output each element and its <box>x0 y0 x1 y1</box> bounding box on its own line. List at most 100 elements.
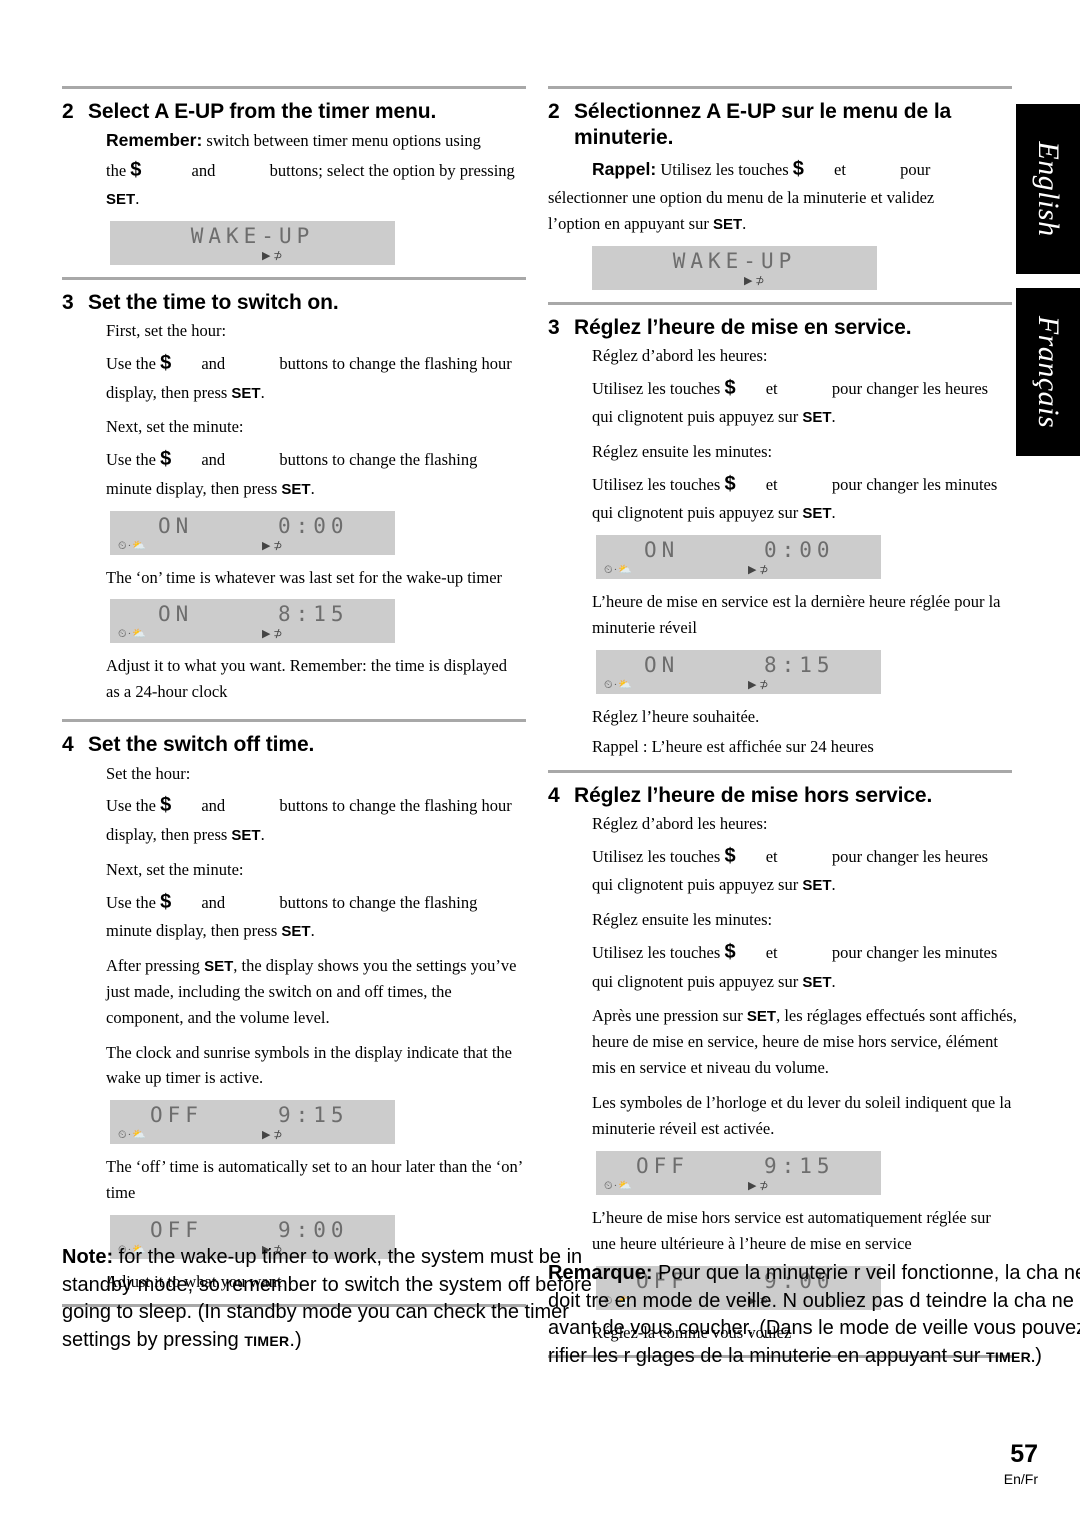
buttons-text: buttons to change the flashing <box>275 892 478 912</box>
step-4-heading: 4 Set the switch off time. <box>62 732 532 758</box>
lcd-text-on: ON <box>158 602 194 627</box>
francais-note: Remarque: Pour que la minuterie r veil f… <box>548 1260 1080 1370</box>
set-minute-instruction: Use the $ and buttons to change the flas… <box>106 444 532 501</box>
lcd-text-time: 9:15 <box>278 1103 349 1128</box>
and-text: and <box>197 354 230 374</box>
period: . <box>310 478 315 498</box>
buttons-text: buttons to change the flashing hour <box>275 354 512 374</box>
remember-paragraph: Remember: switch between timer menu opti… <box>106 127 532 212</box>
remember-text-3: and <box>187 160 220 180</box>
lcd-text-time: 8:15 <box>764 653 835 678</box>
timer-button-label-fr: TIMER. <box>986 1348 1036 1365</box>
lcd-text-on: ON <box>644 538 680 563</box>
use-text: Utilisez les touches <box>592 846 725 866</box>
lcd-text-time: 9:00 <box>278 1218 349 1243</box>
lcd-display-on-815-fr: ON 8:15 ⏲·⛅ ▶ ⊅ <box>596 650 881 695</box>
note-label-fr: Remarque: <box>548 1262 653 1284</box>
pour-changer-text: pour changer les minutes <box>827 474 998 494</box>
lcd-text-time: 0:00 <box>764 538 835 563</box>
and-text: and <box>197 450 230 470</box>
et-text: et <box>761 943 782 963</box>
step-4-number-fr: 4 <box>548 783 560 807</box>
apres-pression-paragraph: Après une pression sur SET, les réglages… <box>592 1003 1018 1081</box>
et-text: et <box>761 474 782 494</box>
lcd-play-repeat-icon: ▶ ⊅ <box>262 250 283 262</box>
press-text: display, then press <box>106 824 232 844</box>
remember-text-4: buttons; select the option by pressing <box>265 160 515 180</box>
down-button-icon: $ <box>724 376 736 399</box>
rappel-paragraph-cont: sélectionner une option du menu de la mi… <box>548 185 1018 237</box>
pour-changer-text: pour changer les minutes <box>827 943 998 963</box>
clock-sunrise-paragraph: The clock and sunrise symbols in the dis… <box>106 1042 512 1088</box>
set-button-label: SET <box>712 215 743 233</box>
set-minute-instruction: Use the $ and buttons to change the flas… <box>106 887 532 944</box>
off-time-caption: The ‘off’ time is automatically set to a… <box>106 1157 523 1203</box>
adjust-caption-line2: as a 24-hour clock <box>106 682 228 702</box>
lcd-play-repeat-icon: ▶ ⊅ <box>748 564 769 577</box>
lcd-clock-sunrise-icons: ⏲·⛅ <box>604 564 633 577</box>
period: . <box>260 824 265 844</box>
lcd-play-repeat-icon: ▶ ⊅ <box>744 274 765 287</box>
set-button-label: SET <box>231 826 261 844</box>
step-3-body: First, set the hour: Use the $ and butto… <box>106 318 532 705</box>
section-divider <box>548 301 1012 305</box>
set-hour-instruction-fr: Utilisez les touches $ et pour changer l… <box>592 373 1018 430</box>
lcd-text-time: 8:15 <box>278 602 349 627</box>
lcd-display-off-915-fr: OFF 9:15 ⏲·⛅ ▶ ⊅ <box>596 1150 881 1195</box>
period: . <box>831 875 836 895</box>
period: . <box>742 213 747 233</box>
step-4-body: Set the hour: Use the $ and buttons to c… <box>106 761 532 1295</box>
manual-page: English Français 2 Select A E-UP from th… <box>0 0 1080 1526</box>
note-label: Note: <box>62 1246 114 1268</box>
step-2-title: Select A E-UP from the timer menu. <box>88 100 437 123</box>
step-3-number: 3 <box>62 291 74 314</box>
note-end-fr: ) <box>1035 1344 1042 1367</box>
period: . <box>310 920 315 940</box>
and-text: and <box>197 796 230 816</box>
lcd-display-on-815: ON 8:15 ⏲·⛅ ▶ ⊅ <box>110 599 395 644</box>
period: . <box>260 382 265 402</box>
down-button-icon: $ <box>792 157 804 180</box>
section-divider <box>548 86 1012 89</box>
lcd-display-wakeup: WAKE-UP ▶ ⊅ <box>110 221 395 265</box>
section-divider <box>62 86 526 89</box>
use-text: Utilisez les touches <box>592 943 725 963</box>
lcd-text-wakeup: WAKE-UP <box>190 224 315 248</box>
buttons-text: buttons to change the flashing hour <box>275 796 512 816</box>
down-button-icon: $ <box>160 890 172 913</box>
set-minute-label-fr: Réglez ensuite les minutes: <box>592 442 773 462</box>
set-minute-instruction-fr: Utilisez les touches $ et pour changer l… <box>592 469 1018 526</box>
rappel-text-4: sélectionner une option du menu de la mi… <box>548 187 935 207</box>
on-time-caption-fr: L’heure de mise en service est la derniè… <box>592 589 1018 641</box>
lcd-text-on: ON <box>158 513 194 538</box>
step-4-number: 4 <box>62 733 74 757</box>
down-button-icon: $ <box>160 794 172 817</box>
down-button-icon: $ <box>160 448 172 471</box>
lcd-clock-sunrise-icons: ⏲·⛅ <box>118 539 147 552</box>
lcd-play-repeat-icon: ▶ ⊅ <box>262 628 283 641</box>
step-2-heading-fr: 2 Sélectionnez A E-UP sur le menu de la … <box>548 99 1018 152</box>
rappel-text-3: pour <box>896 159 931 179</box>
remember-period: . <box>135 189 140 209</box>
adjust-caption: Adjust it to what you want. Remember: th… <box>106 653 532 705</box>
step-4-title: Set the switch off time. <box>88 733 315 757</box>
press-text: minute display, then press <box>106 920 282 940</box>
set-minute-label-fr: Réglez ensuite les minutes: <box>592 910 773 930</box>
language-tab-francais-label: Français <box>1032 315 1065 429</box>
step-3-title-fr: Réglez l’heure de mise en service. <box>574 315 912 339</box>
lcd-clock-sunrise-icons: ⏲·⛅ <box>118 1129 147 1142</box>
rappel-24h-caption: Rappel : L’heure est affichée sur 24 heu… <box>592 736 874 756</box>
appuyez-text: qui clignotent puis appuyez sur <box>592 875 803 895</box>
use-the-text: Use the <box>106 796 161 816</box>
page-languages: En/Fr <box>1003 1471 1038 1487</box>
set-minute-instruction-fr: Utilisez les touches $ et pour changer l… <box>592 937 1018 994</box>
lcd-clock-sunrise-icons: ⏲·⛅ <box>604 679 633 692</box>
after-pressing-set-paragraph: After pressing SET, the display shows yo… <box>106 953 532 1031</box>
down-button-icon: $ <box>724 941 736 964</box>
press-text: minute display, then press <box>106 478 282 498</box>
step-3-number-fr: 3 <box>548 315 560 339</box>
step-2-body-fr: Rappel: Utilisez les touches $ et pour s… <box>548 154 1018 290</box>
remember-label: Remember: <box>106 130 203 151</box>
use-text: Utilisez les touches <box>592 474 725 494</box>
remember-text-1: switch between timer menu options using <box>202 131 481 151</box>
